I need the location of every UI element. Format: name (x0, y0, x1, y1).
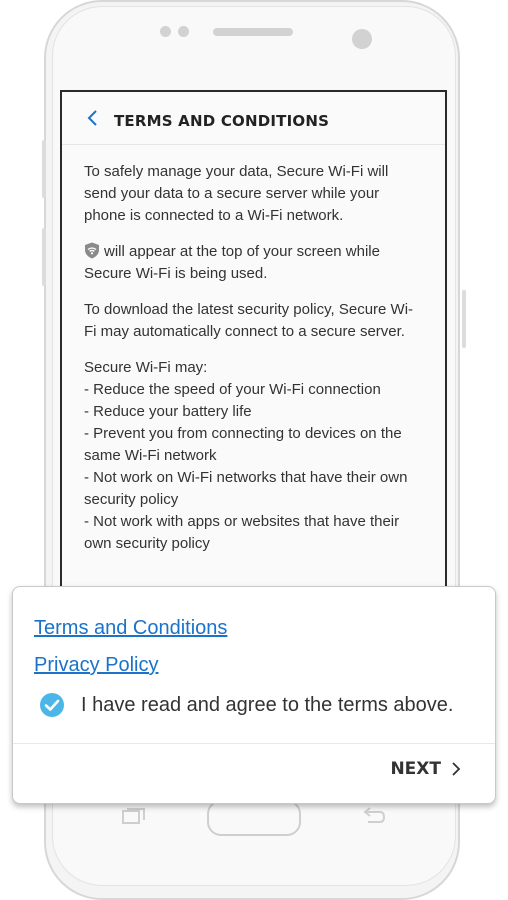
home-button (207, 800, 301, 836)
list-item: - Not work with apps or websites that ha… (84, 513, 400, 552)
next-button[interactable]: NEXT (390, 759, 461, 779)
chevron-left-icon[interactable] (84, 109, 102, 127)
privacy-policy-link[interactable]: Privacy Policy (34, 654, 158, 677)
next-button-label: NEXT (390, 759, 441, 779)
terms-content: To safely manage your data, Secure Wi-Fi… (62, 145, 445, 555)
may-list: Secure Wi-Fi may: - Reduce the speed of … (84, 357, 423, 555)
volume-down-button (42, 228, 46, 286)
power-button (462, 290, 466, 348)
agreement-card: Terms and Conditions Privacy Policy I ha… (12, 586, 496, 804)
volume-up-button (42, 140, 46, 198)
agree-checkbox-label: I have read and agree to the terms above… (81, 693, 454, 716)
shield-wifi-icon (85, 242, 99, 259)
app-screen: TERMS AND CONDITIONS To safely manage yo… (60, 90, 447, 610)
list-item: - Prevent you from connecting to devices… (84, 425, 402, 464)
back-key-icon (363, 807, 386, 823)
terms-paragraph-2: will appear at the top of your screen wh… (84, 241, 423, 285)
app-bar: TERMS AND CONDITIONS (62, 92, 445, 145)
list-item: - Reduce your battery life (84, 403, 252, 420)
front-camera (352, 29, 372, 49)
chevron-right-icon (452, 762, 461, 776)
terms-link[interactable]: Terms and Conditions (34, 617, 227, 640)
earpiece-speaker (213, 28, 293, 36)
terms-paragraph-2-text: will appear at the top of your screen wh… (84, 243, 380, 282)
proximity-sensor (160, 26, 171, 37)
list-item: - Reduce the speed of your Wi-Fi connect… (84, 381, 381, 398)
page-title: TERMS AND CONDITIONS (114, 112, 330, 130)
may-heading: Secure Wi-Fi may: (84, 359, 208, 376)
terms-paragraph-3: To download the latest security policy, … (84, 301, 414, 340)
list-item: - Not work on Wi-Fi networks that have t… (84, 469, 408, 508)
agree-checkbox-row[interactable]: I have read and agree to the terms above… (39, 692, 453, 718)
recent-apps-icon (122, 808, 145, 824)
divider (13, 743, 495, 744)
terms-paragraph-1: To safely manage your data, Secure Wi-Fi… (84, 163, 389, 224)
light-sensor (178, 26, 189, 37)
check-circle-icon[interactable] (39, 692, 65, 718)
